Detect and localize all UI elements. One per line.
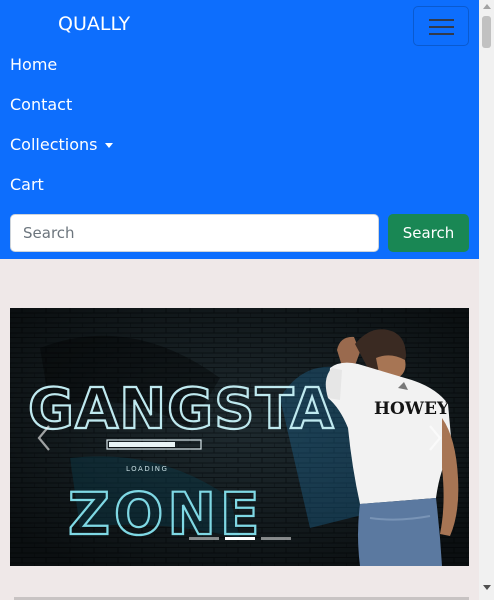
search-input[interactable] (10, 214, 379, 252)
nav-contact-link[interactable]: Contact (10, 95, 72, 114)
nav-collections-label: Collections (10, 135, 98, 154)
nav-home-link[interactable]: Home (10, 55, 57, 74)
page-scrollbar[interactable] (479, 0, 494, 600)
carousel-next-button[interactable] (401, 308, 469, 566)
carousel-indicator-2[interactable] (225, 537, 255, 540)
carousel-indicator-1[interactable] (189, 537, 219, 540)
loading-text: LOADING (126, 465, 168, 473)
navbar: QUALLY Home Contact Collections Cart Sea… (0, 0, 479, 259)
caret-down-icon (105, 143, 114, 148)
carousel-indicator-3[interactable] (261, 537, 291, 540)
hamburger-icon (429, 19, 454, 21)
menu-toggle-button[interactable] (413, 6, 469, 46)
scrollbar-thumb[interactable] (482, 16, 491, 48)
scroll-down-icon[interactable] (483, 585, 491, 590)
scroll-up-icon[interactable] (483, 4, 491, 9)
nav-cart-link[interactable]: Cart (10, 175, 44, 194)
nav-collections-dropdown[interactable]: Collections (10, 135, 114, 154)
chevron-left-icon (37, 425, 50, 451)
brand-logo[interactable]: QUALLY (58, 13, 130, 35)
loading-bar-fill (109, 442, 175, 447)
search-button[interactable]: Search (388, 214, 469, 252)
hero-carousel: GANGSTA ZONE LOADING HOWEY (10, 308, 469, 566)
chevron-right-icon (429, 425, 442, 451)
carousel-prev-button[interactable] (10, 308, 78, 566)
